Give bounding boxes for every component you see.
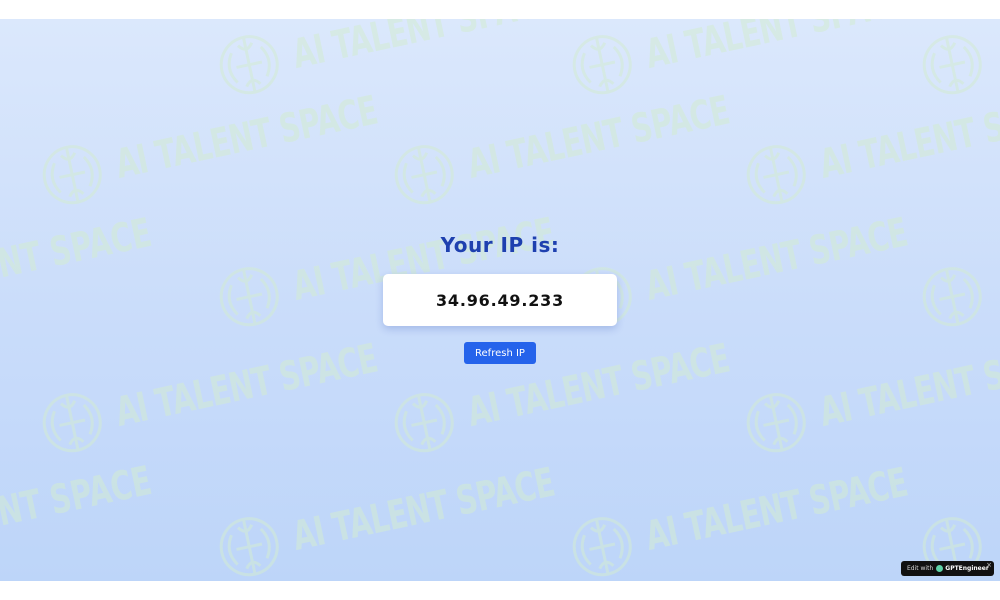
main-content: Your IP is: 34.96.49.233 Refresh IP [0, 19, 1000, 581]
gptengineer-logo-icon [936, 565, 944, 572]
ip-card: 34.96.49.233 [383, 274, 617, 326]
page-title: Your IP is: [440, 233, 560, 257]
page-viewport: AI TALENT SPACE AI TALENT SPACE AI TALEN… [0, 19, 1000, 581]
close-icon[interactable]: × [986, 561, 992, 569]
badge-brand: GPTEngineer [945, 565, 989, 572]
badge-prefix: Edit with [907, 565, 934, 572]
refresh-ip-button[interactable]: Refresh IP [464, 342, 536, 364]
ip-address: 34.96.49.233 [435, 290, 565, 310]
edit-with-gptengineer-badge[interactable]: Edit with GPTEngineer × [901, 561, 994, 576]
